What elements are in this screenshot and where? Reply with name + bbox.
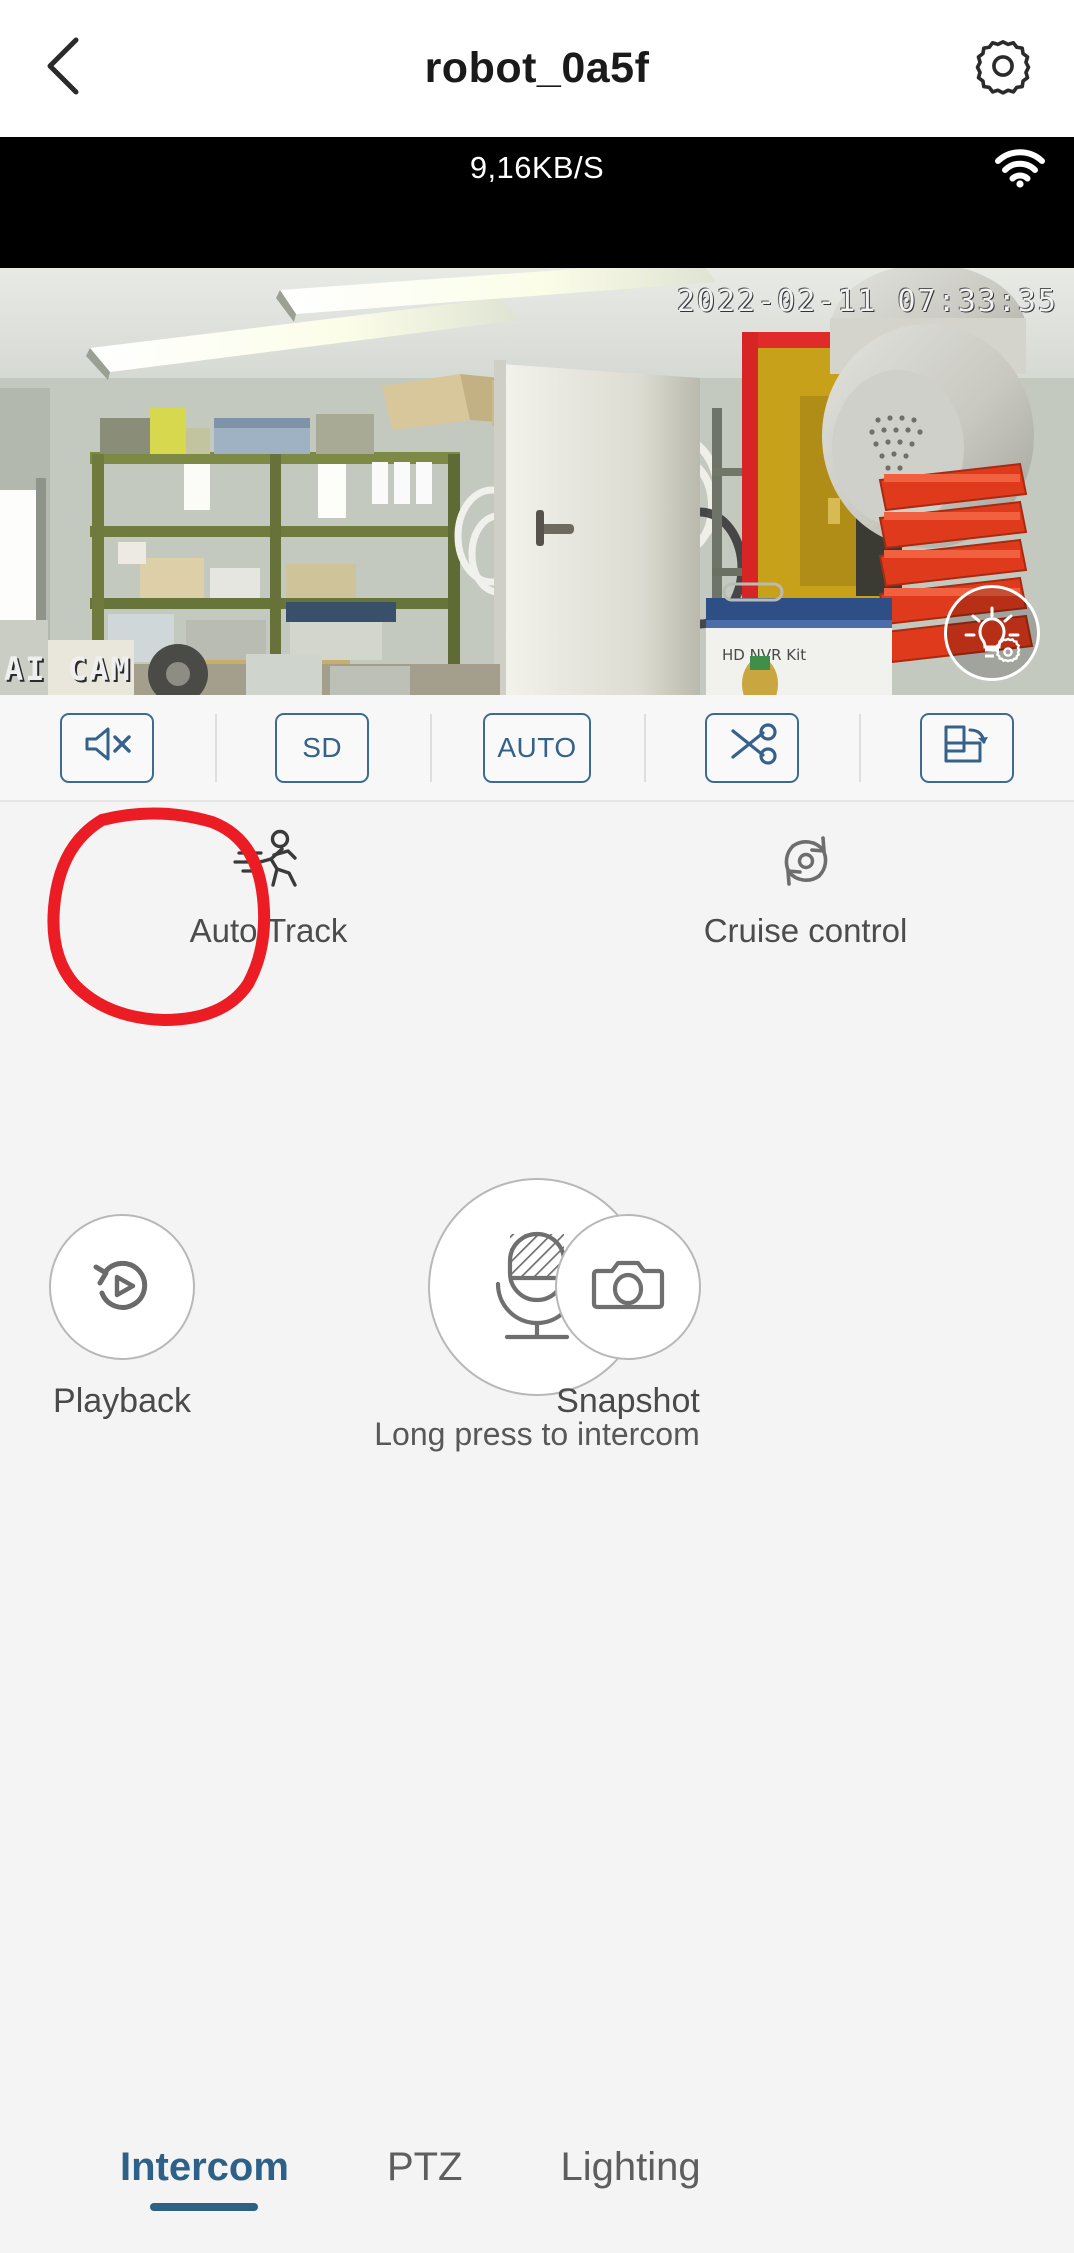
screen-rotate-icon (941, 722, 993, 773)
rotate-circle-icon (775, 828, 837, 894)
video-player[interactable]: HD NVR Kit 2022-02-11 07:33:35 AI CAM (0, 199, 1074, 695)
tab-active-indicator (150, 2203, 259, 2211)
cruise-control-label: Cruise control (703, 912, 908, 949)
rotate-button[interactable] (919, 712, 1014, 783)
stream-status-bar: 9,16KB/S (0, 137, 1074, 199)
chevron-left-icon (42, 35, 86, 102)
page-title: robot_0a5f (424, 44, 650, 92)
gear-icon (974, 37, 1032, 100)
feature-row: Auto Track Cruise control (0, 802, 1074, 1032)
speaker-mute-icon (81, 724, 133, 771)
settings-button[interactable] (962, 34, 1032, 104)
playback-label: Playback (53, 1382, 191, 1420)
auto-track-button[interactable]: Auto Track (0, 828, 537, 950)
tab-lighting-label: Lighting (560, 2145, 701, 2189)
app-header: robot_0a5f (0, 0, 1074, 137)
app-screen: robot_0a5f 9,16KB/S HD NVR Kit 2022-02-1… (0, 0, 1074, 2253)
video-watermark: AI CAM (4, 650, 132, 688)
camera-icon (591, 1254, 665, 1321)
toolbar-cell-auto: AUTO (430, 695, 645, 800)
mute-button[interactable] (60, 712, 155, 783)
video-still: HD NVR Kit (0, 268, 1074, 695)
tab-intercom-label: Intercom (120, 2145, 289, 2189)
video-timestamp: 2022-02-11 07:33:35 (676, 284, 1058, 319)
main-controls: Playback Long press to intercom Snapshot (0, 1032, 1074, 2103)
stream-toolbar: SD AUTO (0, 695, 1074, 802)
light-settings-button[interactable] (944, 585, 1040, 681)
toolbar-cell-rotate (859, 695, 1074, 800)
tab-ptz[interactable]: PTZ (387, 2145, 463, 2211)
clip-button[interactable] (704, 712, 799, 783)
intercom-hint: Long press to intercom (374, 1416, 700, 1452)
scissors-icon (727, 722, 777, 773)
bandwidth-label: 9,16KB/S (469, 150, 605, 185)
tab-lighting[interactable]: Lighting (560, 2145, 700, 2211)
snapshot-control: Snapshot (555, 1214, 701, 1421)
auto-track-label: Auto Track (189, 912, 348, 949)
quality-button[interactable]: SD (275, 712, 370, 783)
video-frame: HD NVR Kit 2022-02-11 07:33:35 AI CAM (0, 268, 1074, 695)
back-button[interactable] (42, 34, 112, 104)
auto-button[interactable]: AUTO (482, 712, 591, 783)
running-person-icon (232, 828, 305, 894)
tab-intercom[interactable]: Intercom (120, 2145, 289, 2211)
playback-control: Playback (49, 1214, 195, 1421)
cruise-control-button[interactable]: Cruise control (537, 828, 1074, 950)
lightbulb-gear-icon (960, 599, 1024, 668)
tab-ptz-label: PTZ (386, 2145, 463, 2189)
snapshot-button[interactable] (555, 1214, 701, 1360)
intercom-control: Long press to intercom (265, 1178, 809, 1453)
replay-play-icon (86, 1249, 158, 1326)
bottom-tab-bar: Intercom PTZ Lighting (0, 2103, 1074, 2253)
playback-button[interactable] (49, 1214, 195, 1360)
snapshot-label: Snapshot (556, 1382, 700, 1420)
wifi-icon (992, 147, 1048, 189)
toolbar-cell-quality: SD (215, 695, 430, 800)
toolbar-cell-clip (644, 695, 859, 800)
toolbar-cell-mute (0, 695, 215, 800)
